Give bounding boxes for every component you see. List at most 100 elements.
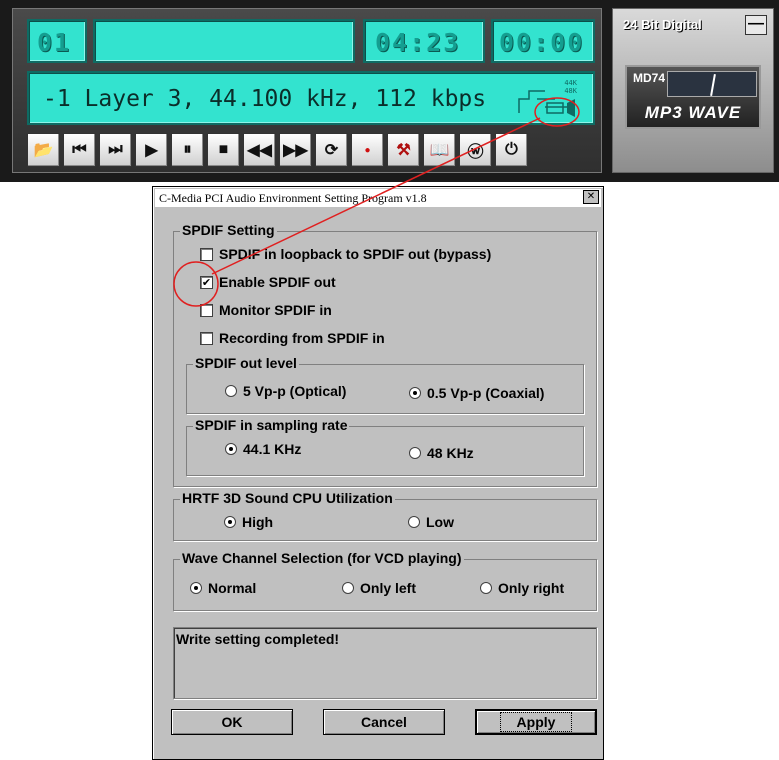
recording-from-spdif-checkbox[interactable]: Recording from SPDIF in bbox=[200, 330, 385, 346]
fast-forward-button[interactable]: ▶▶ bbox=[279, 133, 312, 167]
hrtf-group: HRTF 3D Sound CPU Utilization High Low bbox=[173, 490, 597, 541]
pause-button[interactable]: ⏸ bbox=[171, 133, 204, 167]
radio-circle-selected bbox=[225, 443, 237, 455]
brand-label: 24 Bit Digital bbox=[623, 17, 702, 32]
monitor-spdif-in-checkbox[interactable]: Monitor SPDIF in bbox=[200, 302, 332, 318]
radio-circle bbox=[409, 447, 421, 459]
enable-spdif-out-checkbox[interactable]: ✔ Enable SPDIF out bbox=[200, 274, 336, 290]
transport-controls: 📂 ⏮ ⏭ ▶ ⏸ ■ ◀◀ ▶▶ ⟳ ● ⚒ 📖 ⓦ ⏻ bbox=[27, 133, 528, 167]
wave-only-left-radio[interactable]: Only left bbox=[342, 580, 416, 596]
audio-settings-dialog: C-Media PCI Audio Environment Setting Pr… bbox=[152, 186, 604, 760]
optical-radio[interactable]: 5 Vp-p (Optical) bbox=[225, 383, 346, 399]
settings-hammer-icon: ⚒ bbox=[396, 142, 411, 159]
player-panel: 01 04:23 00:00 -1 Layer 3, 44.100 kHz, 1… bbox=[12, 8, 602, 173]
rewind-button[interactable]: ◀◀ bbox=[243, 133, 276, 167]
waveform-icon: ⓦ bbox=[467, 144, 484, 161]
previous-track-icon: ⏮ bbox=[72, 141, 87, 158]
next-track-button[interactable]: ⏭ bbox=[99, 133, 132, 167]
spdif-setting-group: SPDIF Setting SPDIF in loopback to SPDIF… bbox=[173, 222, 597, 487]
ok-button-label: OK bbox=[221, 714, 243, 730]
wave-channel-label: Wave Channel Selection (for VCD playing) bbox=[180, 550, 464, 566]
stream-info-text: -1 Layer 3, 44.100 kHz, 112 kbps bbox=[43, 86, 487, 112]
ok-button[interactable]: OK bbox=[171, 709, 293, 735]
checkbox-box bbox=[200, 247, 213, 261]
cancel-button-label: Cancel bbox=[361, 714, 407, 730]
open-folder-icon: 📂 bbox=[33, 142, 54, 159]
rate-48-radio[interactable]: 48 KHz bbox=[409, 445, 474, 461]
close-button[interactable]: ✕ bbox=[583, 190, 599, 204]
cancel-button[interactable]: Cancel bbox=[323, 709, 445, 735]
spdif-setting-label: SPDIF Setting bbox=[180, 222, 277, 238]
coaxial-radio[interactable]: 0.5 Vp-p (Coaxial) bbox=[409, 385, 544, 401]
spdif-sampling-rate-label: SPDIF in sampling rate bbox=[193, 417, 350, 433]
wave-normal-radio[interactable]: Normal bbox=[190, 580, 256, 596]
hrtf-label: HRTF 3D Sound CPU Utilization bbox=[180, 490, 395, 506]
radio-label: 0.5 Vp-p (Coaxial) bbox=[427, 385, 545, 401]
radio-circle-selected bbox=[409, 387, 421, 399]
radio-label: High bbox=[242, 514, 274, 530]
hrtf-high-radio[interactable]: High bbox=[224, 514, 273, 530]
next-track-icon: ⏭ bbox=[108, 141, 123, 158]
checkbox-box-checked: ✔ bbox=[200, 275, 213, 289]
rate-44-radio[interactable]: 44.1 KHz bbox=[225, 441, 301, 457]
checkbox-box bbox=[200, 331, 213, 345]
radio-label: Only left bbox=[360, 580, 417, 596]
waveform-button[interactable]: ⓦ bbox=[459, 133, 492, 167]
settings-button[interactable]: ⚒ bbox=[387, 133, 420, 167]
spdif-sampling-rate-group: SPDIF in sampling rate 44.1 KHz 48 KHz bbox=[186, 417, 584, 476]
radio-label: 44.1 KHz bbox=[243, 441, 302, 457]
playlist-button[interactable]: 📖 bbox=[423, 133, 456, 167]
remaining-time-display: 00:00 bbox=[491, 19, 595, 63]
repeat-button[interactable]: ⟳ bbox=[315, 133, 348, 167]
spdif-out-level-group: SPDIF out level 5 Vp-p (Optical) 0.5 Vp-… bbox=[186, 355, 584, 414]
checkbox-box bbox=[200, 303, 213, 317]
speaker-output-icon: 44K 48K bbox=[515, 79, 585, 119]
status-message: Write setting completed! bbox=[176, 631, 340, 647]
apply-button-label: Apply bbox=[499, 712, 573, 732]
close-icon: ✕ bbox=[586, 191, 596, 202]
rate-48k-label: 48K bbox=[564, 87, 577, 95]
logo-md-text: MD74 bbox=[633, 71, 666, 85]
pause-icon: ⏸ bbox=[183, 141, 192, 158]
logo-meter-icon bbox=[667, 71, 757, 97]
stream-info-display: -1 Layer 3, 44.100 kHz, 112 kbps 44K 48K bbox=[27, 71, 595, 125]
power-button[interactable]: ⏻ bbox=[495, 133, 528, 167]
apply-button[interactable]: Apply bbox=[475, 709, 597, 735]
open-file-button[interactable]: 📂 bbox=[27, 133, 60, 167]
radio-circle bbox=[225, 385, 237, 397]
radio-circle bbox=[480, 582, 492, 594]
dialog-title: C-Media PCI Audio Environment Setting Pr… bbox=[159, 191, 427, 205]
wave-only-right-radio[interactable]: Only right bbox=[480, 580, 564, 596]
radio-circle-selected bbox=[224, 516, 236, 528]
power-icon: ⏻ bbox=[505, 141, 518, 158]
repeat-icon: ⟳ bbox=[324, 142, 339, 159]
track-title-display bbox=[93, 19, 355, 63]
radio-label: Only right bbox=[498, 580, 565, 596]
radio-circle bbox=[342, 582, 354, 594]
mp3-player-window: 01 04:23 00:00 -1 Layer 3, 44.100 kHz, 1… bbox=[0, 0, 779, 182]
player-brand-panel: 24 Bit Digital — MD74 MP3 WAVE bbox=[612, 8, 774, 173]
spdif-out-level-label: SPDIF out level bbox=[193, 355, 299, 371]
fast-forward-icon: ▶▶ bbox=[283, 142, 308, 159]
spdif-loopback-checkbox[interactable]: SPDIF in loopback to SPDIF out (bypass) bbox=[200, 246, 491, 262]
track-number-display: 01 bbox=[27, 19, 87, 63]
hrtf-low-radio[interactable]: Low bbox=[408, 514, 454, 530]
status-message-box: Write setting completed! bbox=[173, 627, 597, 699]
previous-track-button[interactable]: ⏮ bbox=[63, 133, 96, 167]
record-icon: ● bbox=[364, 144, 371, 156]
minimize-icon: — bbox=[748, 15, 764, 32]
checkbox-label: SPDIF in loopback to SPDIF out (bypass) bbox=[219, 246, 492, 262]
record-button[interactable]: ● bbox=[351, 133, 384, 167]
logo-title: MP3 WAVE bbox=[644, 103, 742, 122]
rate-44k-label: 44K bbox=[564, 79, 577, 87]
stop-button[interactable]: ■ bbox=[207, 133, 240, 167]
rewind-icon: ◀◀ bbox=[247, 142, 272, 159]
minimize-button[interactable]: — bbox=[745, 15, 767, 35]
wave-channel-group: Wave Channel Selection (for VCD playing)… bbox=[173, 550, 597, 611]
play-button[interactable]: ▶ bbox=[135, 133, 168, 167]
radio-label: 5 Vp-p (Optical) bbox=[243, 383, 347, 399]
radio-label: 48 KHz bbox=[427, 445, 474, 461]
checkbox-label: Monitor SPDIF in bbox=[219, 302, 332, 318]
playlist-book-icon: 📖 bbox=[429, 142, 450, 159]
checkbox-label: Recording from SPDIF in bbox=[219, 330, 385, 346]
